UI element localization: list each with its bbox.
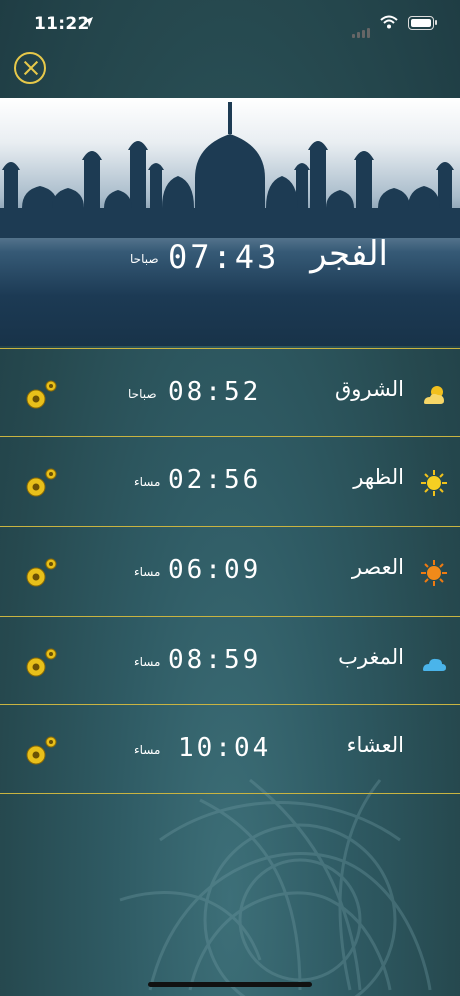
prayer-time: 08:59 bbox=[168, 645, 262, 675]
prayer-time: 02:56 bbox=[168, 465, 262, 495]
current-prayer-name: الفجر bbox=[310, 234, 388, 274]
gear-icon[interactable] bbox=[22, 377, 60, 413]
prayer-time: 06:09 bbox=[168, 555, 262, 585]
gear-icon[interactable] bbox=[22, 465, 60, 501]
status-bar: 11:22 bbox=[0, 0, 460, 48]
gear-icon[interactable] bbox=[22, 645, 60, 681]
wifi-icon bbox=[380, 15, 398, 29]
battery-icon bbox=[408, 16, 437, 30]
prayer-period: صباحا bbox=[128, 387, 157, 401]
close-button[interactable] bbox=[14, 52, 46, 84]
gear-icon[interactable] bbox=[22, 733, 60, 769]
prayer-period: مساء bbox=[134, 743, 161, 757]
orange-sun-icon bbox=[421, 560, 447, 586]
location-arrow-icon bbox=[83, 17, 93, 27]
prayer-time: 10:04 bbox=[178, 733, 272, 763]
prayer-name: الظهر bbox=[353, 465, 404, 489]
mosque-skyline bbox=[0, 102, 460, 238]
prayer-period: مساء bbox=[134, 565, 161, 579]
prayer-period: مساء bbox=[134, 475, 161, 489]
current-prayer-time: 07:43 bbox=[168, 238, 280, 276]
prayer-name: المغرب bbox=[338, 645, 404, 669]
cellular-signal-icon bbox=[352, 19, 372, 38]
prayer-row-maghrib: مساء 08:59 المغرب bbox=[0, 616, 460, 704]
prayer-name: العشاء bbox=[346, 733, 404, 757]
cloud-icon bbox=[423, 658, 446, 671]
gear-icon[interactable] bbox=[22, 555, 60, 591]
prayer-row-asr: مساء 06:09 العصر bbox=[0, 526, 460, 614]
prayer-period: مساء bbox=[134, 655, 161, 669]
home-indicator[interactable] bbox=[148, 982, 312, 987]
current-prayer-period: صباحا bbox=[130, 252, 159, 266]
prayer-row-shurooq: صباحا 08:52 الشروق bbox=[0, 348, 460, 436]
prayer-name: الشروق bbox=[335, 377, 404, 401]
sun-icon bbox=[421, 470, 447, 496]
prayer-row-dhuhr: مساء 02:56 الظهر bbox=[0, 436, 460, 524]
crescent-moon-icon bbox=[427, 740, 438, 762]
partly-cloudy-icon bbox=[424, 386, 444, 404]
prayer-time: 08:52 bbox=[168, 377, 262, 407]
prayer-row-isha: مساء 10:04 العشاء bbox=[0, 704, 460, 794]
header-banner bbox=[0, 98, 460, 346]
prayer-name: العصر bbox=[351, 555, 404, 579]
